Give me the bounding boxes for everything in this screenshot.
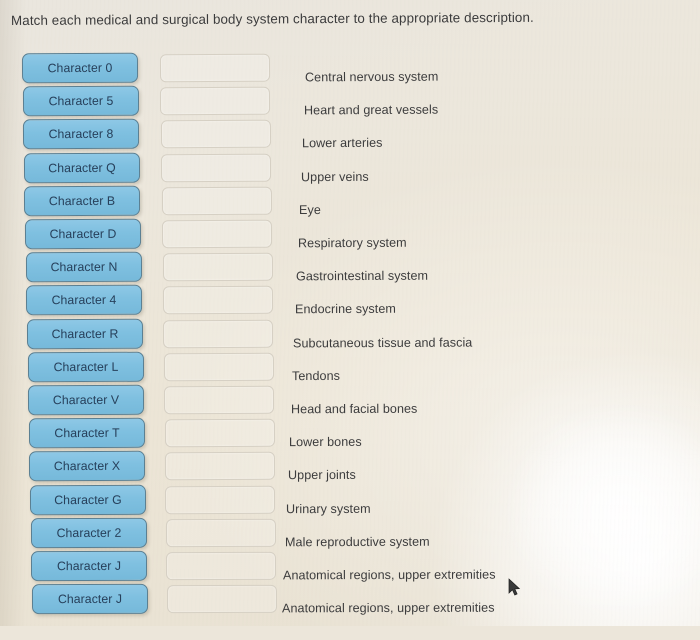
- character-button[interactable]: Character Q: [23, 152, 140, 183]
- drop-zone[interactable]: [162, 252, 273, 282]
- description-label: Upper joints: [287, 468, 356, 483]
- character-button[interactable]: Character 8: [23, 119, 140, 150]
- character-button[interactable]: Character T: [28, 417, 145, 449]
- description-label: Respiratory system: [297, 235, 407, 251]
- character-button[interactable]: Character J: [31, 550, 148, 582]
- description-label: Heart and great vessels: [303, 102, 438, 118]
- drop-zone[interactable]: [166, 585, 277, 614]
- character-button[interactable]: Character D: [25, 218, 142, 250]
- matching-row: Character J Anatomical regions, upper ext…: [0, 0, 700, 616]
- character-button[interactable]: Character 5: [22, 85, 139, 117]
- drop-zone[interactable]: [165, 518, 276, 547]
- character-button[interactable]: Character 4: [26, 285, 143, 316]
- drop-zone[interactable]: [164, 452, 276, 481]
- description-label: Anatomical regions, upper extremities: [281, 600, 495, 616]
- description-label: Upper veins: [300, 169, 369, 184]
- description-label: Anatomical regions, upper extremities: [283, 567, 496, 583]
- drop-zone[interactable]: [160, 120, 271, 149]
- description-label: Head and facial bones: [290, 401, 417, 417]
- description-label: Eye: [299, 202, 322, 217]
- description-label: Subcutaneous tissue and fascia: [293, 335, 473, 351]
- character-button[interactable]: Character B: [24, 185, 141, 217]
- description-label: Gastrointestinal system: [296, 268, 429, 284]
- drop-zone[interactable]: [164, 385, 275, 415]
- drop-zone[interactable]: [163, 352, 274, 382]
- description-label: Tendons: [291, 368, 340, 383]
- drop-zone[interactable]: [161, 186, 272, 216]
- character-button[interactable]: Character V: [28, 384, 145, 416]
- drop-zone[interactable]: [166, 551, 277, 581]
- drop-zone[interactable]: [164, 418, 275, 448]
- drop-zone[interactable]: [162, 219, 273, 249]
- drop-zone[interactable]: [162, 286, 274, 315]
- drop-zone[interactable]: [161, 153, 272, 182]
- drop-zone[interactable]: [159, 53, 271, 83]
- description-label: Lower bones: [289, 435, 362, 450]
- drop-zone[interactable]: [160, 86, 271, 116]
- character-button[interactable]: Character J: [31, 583, 148, 615]
- description-label: Urinary system: [286, 501, 371, 516]
- character-button[interactable]: Character L: [27, 351, 144, 383]
- character-button[interactable]: Character X: [29, 451, 146, 482]
- character-button[interactable]: Character 0: [21, 52, 139, 84]
- character-button[interactable]: Character N: [25, 251, 142, 283]
- description-label: Male reproductive system: [284, 534, 430, 550]
- character-button[interactable]: Character R: [26, 318, 144, 349]
- character-button[interactable]: Character 2: [30, 517, 147, 549]
- drop-zone[interactable]: [163, 319, 274, 348]
- drop-zone[interactable]: [165, 485, 276, 514]
- description-label: Lower arteries: [302, 136, 383, 151]
- description-label: Endocrine system: [294, 302, 396, 317]
- character-button[interactable]: Character G: [29, 484, 147, 515]
- description-label: Central nervous system: [304, 69, 439, 85]
